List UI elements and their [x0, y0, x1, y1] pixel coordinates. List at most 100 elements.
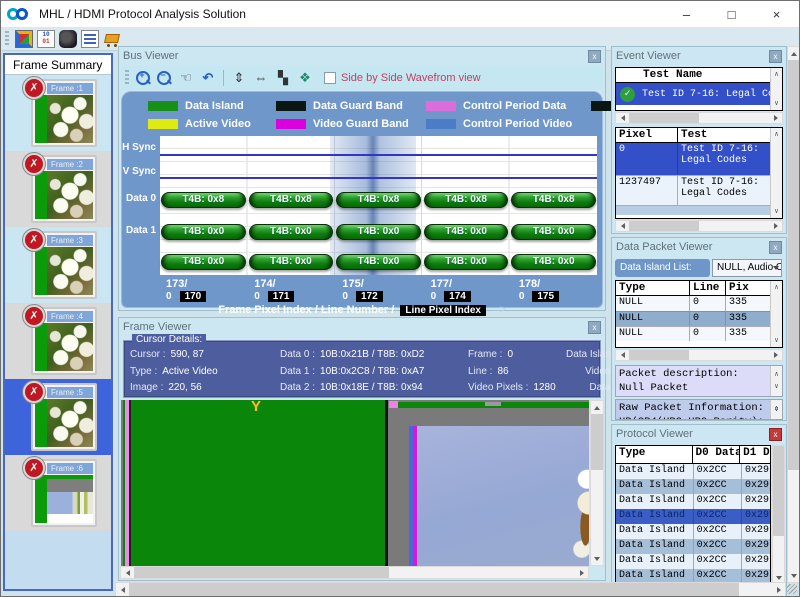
protocol-viewer-close-icon[interactable]: x [769, 428, 782, 441]
cart-icon[interactable] [103, 30, 121, 48]
scroll-right-icon[interactable] [772, 583, 785, 596]
scroll-left-icon[interactable] [616, 350, 629, 360]
side-by-side-checkbox[interactable] [324, 72, 336, 84]
scroll-right-icon[interactable] [769, 221, 782, 231]
main-hscrollbar[interactable] [115, 582, 786, 597]
frame-thumbnail-5-selected[interactable]: ✗ Frame :5 [5, 379, 111, 455]
frame-thumbnail-1[interactable]: ✗ Frame :1 [5, 75, 111, 151]
packet-row[interactable]: NULL 0 335 [616, 296, 782, 311]
bus-viewer-icon[interactable]: 1001 [37, 30, 55, 48]
frame-viewer-icon[interactable] [59, 30, 77, 48]
bus-segment[interactable]: T4B: 0x0 [161, 224, 246, 240]
packet-row[interactable]: NULL 0 335 [616, 326, 782, 341]
hscroll-thumb[interactable] [134, 567, 389, 578]
vscroll-thumb[interactable] [773, 446, 784, 536]
scroll-left-icon[interactable] [616, 113, 629, 123]
frame-thumbnail-6[interactable]: ✗ Frame :6 [5, 455, 111, 531]
bus-segment[interactable]: T4B: 0x8 [161, 192, 246, 208]
expand-icon[interactable]: ❖ [296, 69, 314, 87]
bus-segment[interactable]: T4B: 0x0 [161, 254, 246, 270]
protocol-row[interactable]: Data Island0x2CC0x29 [616, 464, 770, 479]
frame-thumbnail-4[interactable]: ✗ Frame :4 [5, 303, 111, 379]
raw-packet-info-box[interactable]: Raw Packet Information: HB(SB4(HB2 HB2 P… [615, 399, 783, 420]
protocol-row[interactable]: Data Island0x2CC0x29 [616, 494, 770, 509]
data-island-list-dropdown[interactable]: NULL, Audio Clock [712, 259, 782, 277]
packet-description-box[interactable]: Packet description: Null Packet ∧∨ [615, 365, 783, 397]
fit-vertical-icon[interactable]: ⇕ [230, 69, 248, 87]
vscroll-thumb[interactable] [788, 60, 799, 470]
event-viewer-icon[interactable] [81, 30, 99, 48]
table-vscroll-arrows[interactable]: ∧∨ [770, 68, 782, 110]
bus-segment[interactable]: T4B: 0x0 [249, 224, 334, 240]
frame-thumbnail-3[interactable]: ✗ Frame :3 [5, 227, 111, 303]
vscroll-thumb[interactable] [591, 414, 603, 470]
protocol-row[interactable]: Data Island0x2CC0x29 [616, 524, 770, 539]
tile-view-icon[interactable]: ▚ [274, 69, 292, 87]
hscroll-thumb[interactable] [629, 350, 689, 360]
pixel-table-hscrollbar[interactable] [615, 220, 783, 232]
scroll-left-icon[interactable] [121, 567, 134, 578]
waveform-chart[interactable]: Data Island Data Guard Band Control Peri… [121, 91, 603, 308]
scroll-left-icon[interactable] [616, 221, 629, 231]
event-viewer-close-icon[interactable]: x [769, 50, 782, 63]
maximize-button[interactable]: □ [709, 1, 754, 27]
window-resize-grip[interactable] [787, 584, 797, 594]
pan-hand-icon[interactable]: ☜ [177, 69, 195, 87]
bus-segment[interactable]: T4B: 0x0 [249, 254, 334, 270]
bus-segment[interactable]: T4B: 0x0 [424, 224, 509, 240]
bus-segment[interactable]: T4B: 0x0 [336, 254, 421, 270]
pixel-row[interactable]: 1237497 Test ID 7-16: Legal Codes [616, 175, 782, 205]
minimize-button[interactable]: – [664, 1, 709, 27]
toolbar-grip[interactable] [125, 70, 129, 86]
frame-viewer-hscrollbar[interactable] [120, 566, 589, 579]
packet-row-selected[interactable]: NULL 0 335 [616, 311, 782, 326]
frame-viewer-close-icon[interactable]: x [588, 321, 601, 334]
protocol-row[interactable]: Data Island0x2CC0x29 [616, 554, 770, 569]
protocol-row[interactable]: Data Island0x2CC0x29 [616, 539, 770, 554]
scroll-right-icon[interactable] [769, 350, 782, 360]
waveform-plot[interactable]: T4B: 0x8 T4B: 0x8 T4B: 0x8 T4B: 0x8 T4B:… [160, 136, 597, 275]
test-table-hscrollbar[interactable] [615, 112, 783, 124]
protocol-vscrollbar[interactable] [772, 445, 785, 585]
frame-image-view[interactable]: Y [121, 400, 589, 566]
bus-segment[interactable]: T4B: 0x8 [249, 192, 334, 208]
bus-segment[interactable]: T4B: 0x8 [511, 192, 596, 208]
box-vscroll-arrows[interactable]: ∧∨ [770, 366, 782, 396]
bus-segment[interactable]: T4B: 0x0 [336, 224, 421, 240]
scroll-down-icon[interactable] [591, 552, 603, 565]
frame-summary-icon[interactable] [15, 30, 33, 48]
pixel-row-selected[interactable]: 0 Test ID 7-16: Legal Codes [616, 143, 782, 175]
toolbar-grip[interactable] [5, 31, 9, 47]
data-packet-viewer-close-icon[interactable]: x [769, 241, 782, 254]
scroll-up-icon[interactable] [788, 47, 799, 60]
undo-icon[interactable]: ↶ [199, 69, 217, 87]
hscroll-thumb[interactable] [629, 113, 699, 123]
bus-segment[interactable]: T4B: 0x8 [424, 192, 509, 208]
packet-table-hscrollbar[interactable] [615, 349, 783, 361]
bus-segment[interactable]: T4B: 0x8 [336, 192, 421, 208]
box-vscroll-arrows[interactable]: ∧∨ [770, 400, 782, 419]
right-column-vscrollbar[interactable] [787, 46, 800, 583]
hscroll-thumb[interactable] [129, 583, 739, 596]
scroll-right-icon[interactable] [769, 113, 782, 123]
scroll-up-icon[interactable] [591, 401, 603, 414]
zoom-out-icon[interactable]: − [156, 70, 173, 87]
frame-thumbnail-2[interactable]: ✗ Frame :2 [5, 151, 111, 227]
close-button[interactable]: × [754, 1, 799, 27]
protocol-row[interactable]: Data Island0x2CC0x29 [616, 479, 770, 494]
bus-segment[interactable]: T4B: 0x0 [511, 224, 596, 240]
scroll-down-icon[interactable] [788, 569, 799, 582]
frame-viewer-vscrollbar[interactable] [590, 400, 604, 566]
bus-segment[interactable]: T4B: 0x0 [511, 254, 596, 270]
fit-horizontal-icon[interactable]: ⇔ [252, 69, 270, 87]
scroll-right-icon[interactable] [575, 567, 588, 578]
protocol-row-selected[interactable]: Data Island0x2CC0x29 [616, 509, 770, 524]
pixel-row-partial[interactable] [616, 205, 782, 215]
bus-segment[interactable]: T4B: 0x0 [424, 254, 509, 270]
bus-viewer-close-icon[interactable]: x [588, 50, 601, 63]
hscroll-thumb[interactable] [629, 221, 699, 231]
test-row-selected[interactable]: ✓ Test ID 7-16: Legal Cod [616, 83, 782, 105]
scroll-left-icon[interactable] [116, 583, 129, 596]
zoom-in-icon[interactable]: + [135, 70, 152, 87]
table-vscroll-arrows[interactable]: ∧∨ [770, 281, 782, 347]
